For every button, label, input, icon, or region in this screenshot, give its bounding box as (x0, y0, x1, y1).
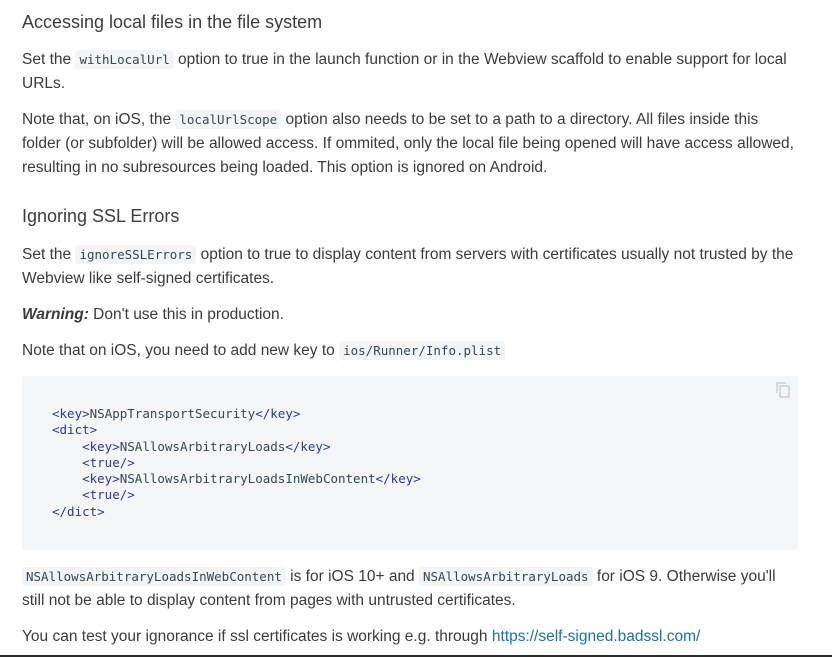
code-line: <key>NSAllowsArbitraryLoads</key> (52, 439, 330, 454)
text: Set the (22, 51, 76, 68)
inline-code: NSAllowsArbitraryLoadsInWebContent (22, 567, 286, 586)
badssl-link[interactable]: https://self-signed.badssl.com/ (492, 628, 701, 645)
code-tag-open: <true/> (82, 454, 135, 470)
text: Note that, on iOS, the (22, 111, 176, 128)
section-heading-ssl: Ignoring SSL Errors (22, 206, 180, 226)
code-tag-close: </key> (375, 471, 421, 487)
inline-code: ignoreSSLErrors (75, 245, 197, 264)
text: You can test your ignorance if ssl certi… (22, 628, 492, 645)
code-line: </dict> (52, 504, 105, 519)
code-text: NSAllowsArbitraryLoads (119, 438, 286, 454)
code-tag-open: <key> (82, 438, 120, 454)
inline-code: NSAllowsArbitraryLoads (419, 567, 593, 586)
local-files-paragraph-1: Set the withLocalUrl option to true in t… (22, 48, 798, 96)
ssl-paragraph-1: Set the ignoreSSLErrors option to true t… (22, 243, 798, 291)
text: Set the (22, 246, 76, 263)
code-text: NSAllowsArbitraryLoadsInWebContent (119, 471, 376, 487)
ios-note-paragraph: Note that on iOS, you need to add new ke… (22, 339, 798, 363)
code-line: <dict> (52, 422, 97, 437)
copy-icon[interactable] (776, 382, 790, 398)
after-code-paragraph: NSAllowsArbitraryLoadsInWebContent is fo… (22, 565, 798, 613)
text: is for iOS 10+ and (285, 568, 419, 585)
code-line: <key>NSAppTransportSecurity</key> (52, 406, 300, 421)
inline-code: withLocalUrl (75, 50, 174, 69)
code-text: NSAppTransportSecurity (89, 406, 256, 421)
plist-code[interactable]: <key>NSAppTransportSecurity</key> <dict>… (52, 406, 421, 520)
code-tag-open: <true/> (82, 487, 135, 503)
warning-label: Warning: (22, 306, 89, 323)
code-tag-close: </key> (285, 438, 331, 454)
inline-code: ios/Runner/Info.plist (339, 341, 506, 360)
code-tag-open: <key> (82, 471, 120, 487)
code-block[interactable]: <key>NSAppTransportSecurity</key> <dict>… (22, 376, 798, 550)
code-tag-open: </dict> (52, 503, 105, 519)
local-files-paragraph-2: Note that, on iOS, the localUrlScope opt… (22, 108, 798, 180)
code-line: <key>NSAllowsArbitraryLoadsInWebContent<… (52, 471, 421, 486)
code-tag-open: <key> (52, 406, 90, 421)
test-paragraph: You can test your ignorance if ssl certi… (22, 625, 798, 649)
section-heading-local-files: Accessing local files in the file system (22, 12, 323, 32)
text: Don't use this in production. (88, 306, 284, 323)
text: Note that on iOS, you need to add new ke… (22, 342, 340, 359)
inline-code: localUrlScope (175, 110, 282, 129)
code-tag-open: <dict> (52, 422, 98, 438)
warning-paragraph: Warning: Don't use this in production. (22, 303, 798, 327)
code-line: <true/> (52, 487, 135, 502)
code-tag-close: </key> (255, 406, 301, 421)
code-line: <true/> (52, 455, 135, 470)
